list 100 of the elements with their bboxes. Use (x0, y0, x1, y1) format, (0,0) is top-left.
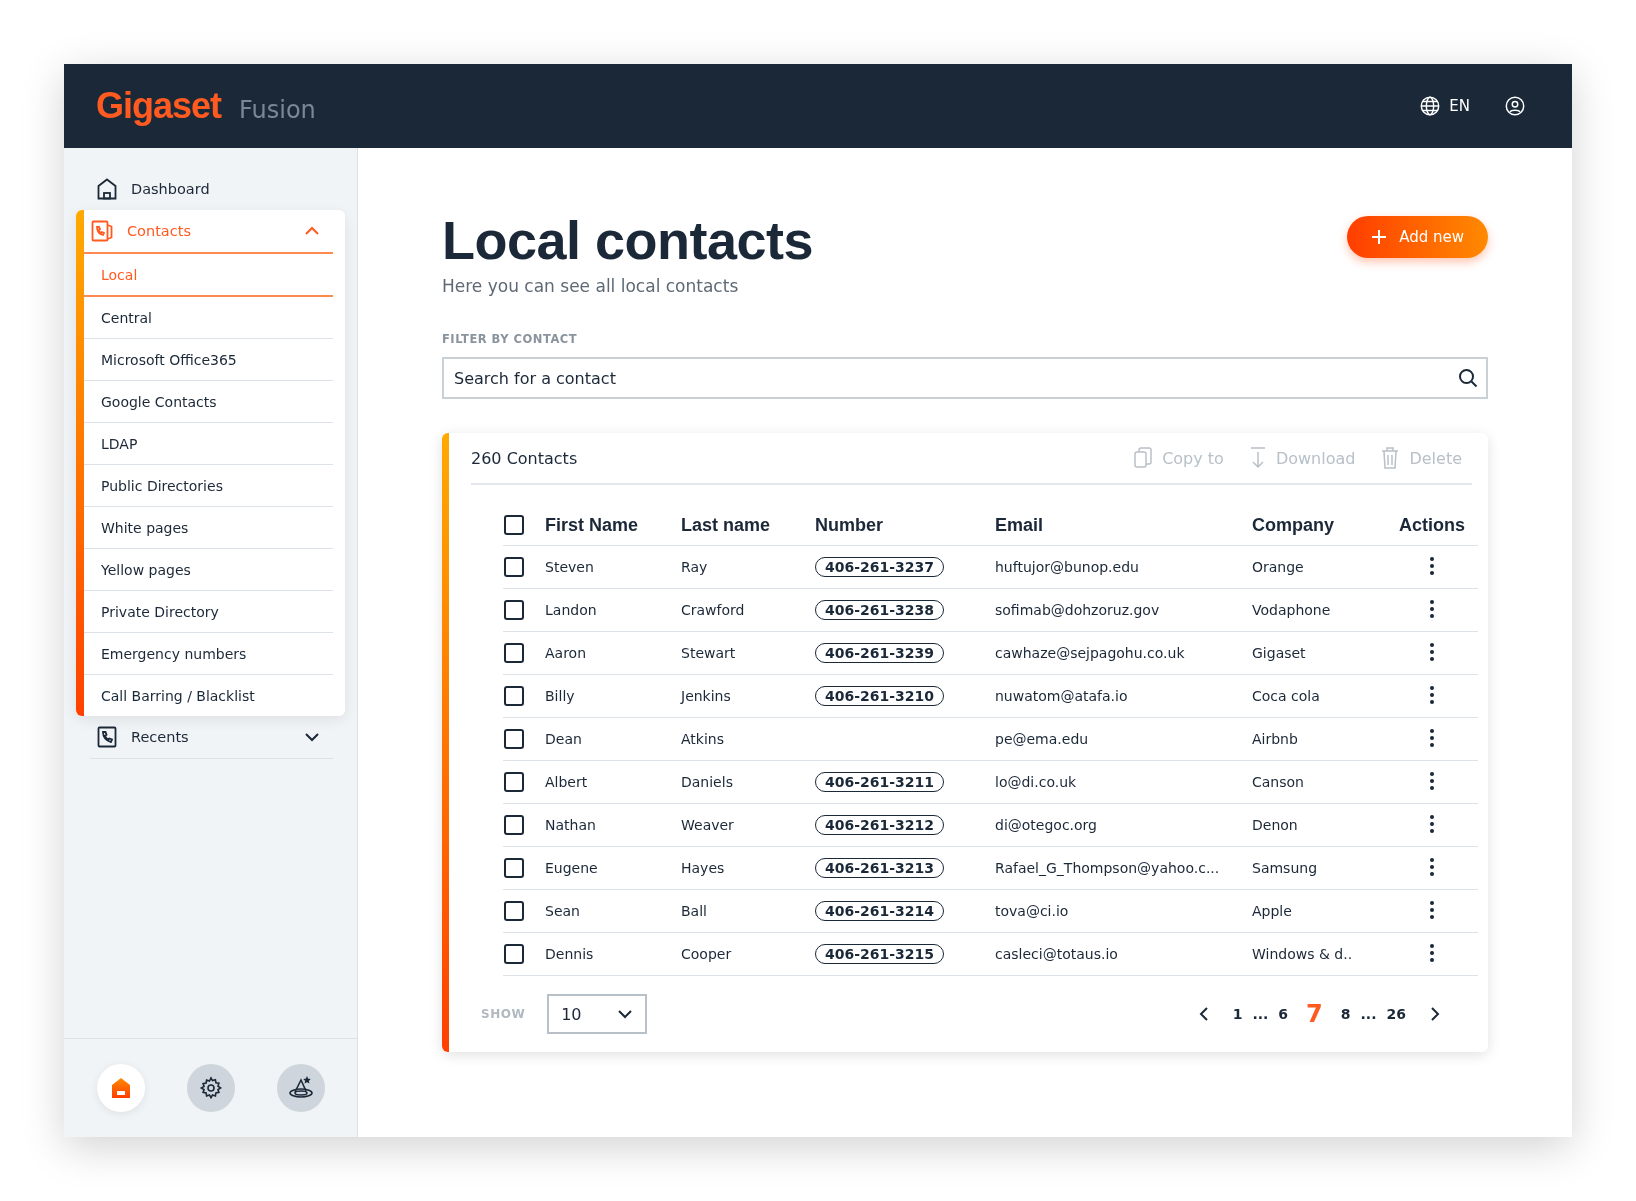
more-options-icon[interactable] (1429, 641, 1435, 662)
page-link[interactable]: 8 (1340, 1006, 1351, 1022)
more-options-icon[interactable] (1429, 727, 1435, 748)
chevron-up-icon (303, 225, 321, 237)
more-options-icon[interactable] (1429, 684, 1435, 705)
submenu-item[interactable]: Public Directories (84, 465, 333, 507)
more-options-icon[interactable] (1429, 942, 1435, 963)
table-cell: sofimab@dohzoruz.gov (994, 588, 1251, 632)
table-cell: nuwatom@atafa.io (994, 674, 1251, 718)
more-options-icon[interactable] (1429, 899, 1435, 920)
page-title: Local contacts (442, 209, 814, 272)
table-cell: Albert (544, 760, 680, 804)
house-icon (110, 1077, 131, 1099)
table-cell: Eugene (544, 846, 680, 890)
table-cell: Stewart (680, 631, 814, 675)
more-options-icon[interactable] (1429, 555, 1435, 576)
user-account-icon[interactable] (1504, 95, 1526, 117)
table-cell: Jenkins (680, 674, 814, 718)
column-header: Email (994, 505, 1251, 546)
table-cell: Dennis (544, 932, 680, 976)
submenu-item[interactable]: Yellow pages (84, 549, 333, 591)
page-link[interactable]: 6 (1278, 1006, 1289, 1022)
plus-icon (1371, 229, 1388, 245)
table-cell: Aaron (544, 631, 680, 675)
gear-icon (198, 1076, 223, 1100)
phone-book-icon (97, 726, 117, 748)
row-checkbox[interactable] (504, 686, 524, 706)
table-cell: Airbnb (1251, 717, 1386, 761)
submenu-item[interactable]: LDAP (84, 423, 333, 465)
search-field[interactable]: Search for a contact (442, 357, 1488, 399)
more-options-icon[interactable] (1429, 856, 1435, 877)
table-cell: Gigaset (1251, 631, 1386, 675)
column-header: Actions (1386, 505, 1478, 546)
table-cell: Weaver (680, 803, 814, 847)
table-cell: Nathan (544, 803, 680, 847)
more-options-icon[interactable] (1429, 813, 1435, 834)
page-size-select[interactable]: 10 (547, 994, 648, 1034)
table-cell: di@otegoc.org (994, 803, 1251, 847)
row-checkbox[interactable] (504, 600, 524, 620)
chevron-down-icon (303, 731, 321, 743)
table-cell: Samsung (1251, 846, 1386, 890)
submenu-item[interactable]: Microsoft Office365 (84, 339, 333, 381)
house-icon (97, 178, 117, 200)
product-name: Fusion (239, 96, 316, 124)
column-header: First Name (544, 505, 680, 546)
submenu-item[interactable]: Central (84, 297, 333, 339)
row-checkbox[interactable] (504, 815, 524, 835)
submenu-item[interactable]: Private Directory (84, 591, 333, 633)
column-header: Number (814, 505, 994, 546)
nav-item[interactable]: Dashboard (90, 168, 333, 210)
table-cell: lo@di.co.uk (994, 760, 1251, 804)
language-button[interactable]: EN (1419, 95, 1470, 117)
page-subtitle: Here you can see all local contacts (442, 276, 740, 296)
table-cell: Denon (1251, 803, 1386, 847)
more-options-icon[interactable] (1429, 770, 1435, 791)
column-header: Company (1251, 505, 1386, 546)
table-cell: casleci@totaus.io (994, 932, 1251, 976)
row-checkbox[interactable] (504, 901, 524, 921)
search-icon (1458, 368, 1478, 388)
table-cell: Dean (544, 717, 680, 761)
table-cell: Rafael_G_Thompson@yahoo.c... (994, 846, 1251, 890)
page-link[interactable]: ... (1252, 1006, 1269, 1022)
app-switch-button[interactable] (186, 1064, 235, 1112)
globe-icon (1419, 95, 1442, 117)
submenu-item[interactable]: Google Contacts (84, 381, 333, 423)
app-switch-button[interactable] (96, 1064, 145, 1112)
page-link[interactable]: 1 (1232, 1006, 1243, 1022)
select-all-checkbox[interactable] (504, 515, 524, 535)
contacts-count: 260 Contacts (471, 448, 578, 468)
page-link[interactable]: ... (1360, 1006, 1377, 1022)
table-cell: tova@ci.io (994, 889, 1251, 933)
table-cell: Cooper (680, 932, 814, 976)
filter-label: FILTER BY CONTACT (442, 332, 579, 346)
row-checkbox[interactable] (504, 772, 524, 792)
submenu-item[interactable]: Call Barring / Blacklist (84, 675, 333, 716)
table-cell: cawhaze@sejpagohu.co.uk (994, 631, 1251, 675)
page-link[interactable]: 26 (1386, 1006, 1406, 1022)
next-page-icon[interactable] (1430, 1006, 1440, 1022)
table-cell: Crawford (680, 588, 814, 632)
row-checkbox[interactable] (504, 729, 524, 749)
row-checkbox[interactable] (504, 858, 524, 878)
table-cell: pe@ema.edu (994, 717, 1251, 761)
submenu-item[interactable]: Emergency numbers (84, 633, 333, 675)
submenu-item[interactable]: White pages (84, 507, 333, 549)
column-header: Last name (680, 505, 814, 546)
more-options-icon[interactable] (1429, 598, 1435, 619)
copy-icon (1134, 447, 1153, 469)
table-cell: huftujor@bunop.edu (994, 545, 1251, 589)
row-checkbox[interactable] (504, 557, 524, 577)
trash-icon (1381, 447, 1400, 469)
row-checkbox[interactable] (504, 643, 524, 663)
row-checkbox[interactable] (504, 944, 524, 964)
table-cell: Hayes (680, 846, 814, 890)
previous-page-icon[interactable] (1198, 1006, 1209, 1022)
nav-item[interactable]: Recents (90, 716, 333, 759)
app-switch-button[interactable] (276, 1064, 325, 1112)
table-cell: Orange (1251, 545, 1386, 589)
table-cell: Ball (680, 889, 814, 933)
table-cell: Landon (544, 588, 680, 632)
table-cell: Sean (544, 889, 680, 933)
